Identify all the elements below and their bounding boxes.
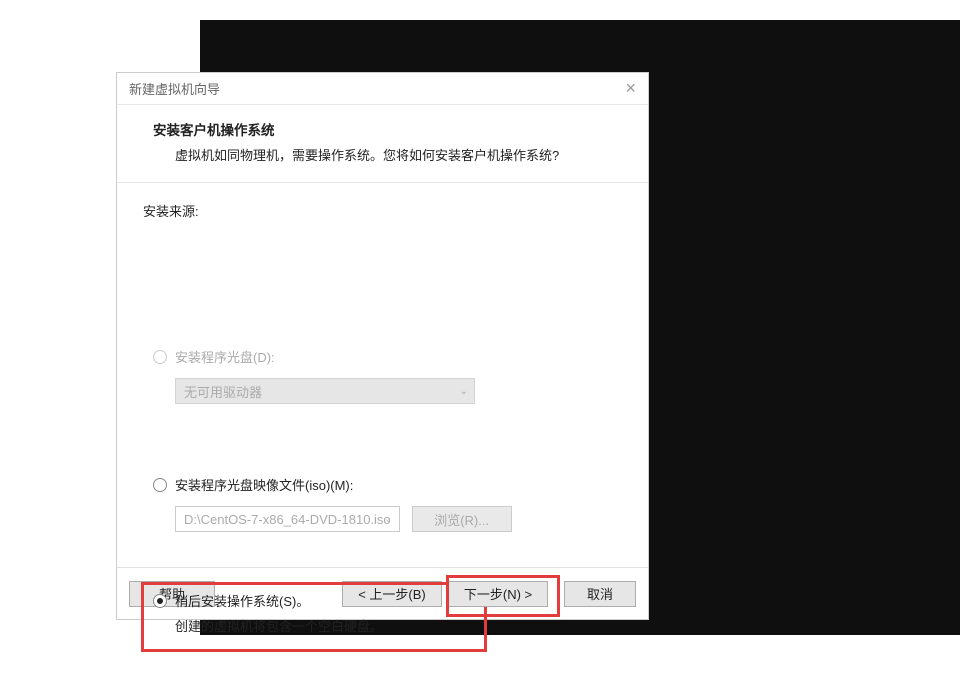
chevron-down-icon: ⌄ (460, 386, 468, 397)
install-later-description: 创建的虚拟机将包含一个空白硬盘。 (175, 616, 383, 635)
radio-install-later[interactable]: 稍后安装操作系统(S)。 (153, 591, 383, 610)
iso-path-input[interactable]: D:\CentOS-7-x86_64-DVD-1810.iso ⌄ (175, 506, 400, 532)
radio-icon (153, 594, 167, 608)
dialog-content: 安装来源: 安装程序光盘(D): 无可用驱动器 ⌄ 安装程序光盘映像文件(iso… (117, 183, 648, 567)
dialog-titlebar: 新建虚拟机向导 × (117, 73, 648, 105)
radio-label-disc: 安装程序光盘(D): (175, 347, 275, 366)
radio-icon (153, 478, 167, 492)
new-vm-wizard-dialog: 新建虚拟机向导 × 安装客户机操作系统 虚拟机如同物理机，需要操作系统。您将如何… (116, 72, 649, 620)
radio-iso-file[interactable]: 安装程序光盘映像文件(iso)(M): (153, 475, 512, 494)
dialog-header: 安装客户机操作系统 虚拟机如同物理机，需要操作系统。您将如何安装客户机操作系统? (117, 105, 648, 183)
header-subtitle: 虚拟机如同物理机，需要操作系统。您将如何安装客户机操作系统? (153, 145, 622, 164)
radio-icon (153, 350, 167, 364)
option-install-later: 稍后安装操作系统(S)。 创建的虚拟机将包含一个空白硬盘。 (153, 591, 383, 635)
radio-label-iso: 安装程序光盘映像文件(iso)(M): (175, 475, 353, 494)
header-title: 安装客户机操作系统 (153, 119, 622, 139)
iso-path-value: D:\CentOS-7-x86_64-DVD-1810.iso (184, 512, 391, 527)
dialog-title: 新建虚拟机向导 (129, 79, 220, 98)
radio-installer-disc[interactable]: 安装程序光盘(D): (153, 347, 475, 366)
close-icon[interactable]: × (625, 78, 636, 99)
radio-label-later: 稍后安装操作系统(S)。 (175, 591, 309, 610)
cancel-button[interactable]: 取消 (564, 581, 636, 607)
drive-select[interactable]: 无可用驱动器 ⌄ (175, 378, 475, 404)
drive-select-value: 无可用驱动器 (184, 382, 262, 401)
source-label: 安装来源: (143, 201, 199, 220)
chevron-down-icon: ⌄ (384, 514, 392, 525)
option-iso-file: 安装程序光盘映像文件(iso)(M): D:\CentOS-7-x86_64-D… (153, 475, 512, 532)
option-installer-disc: 安装程序光盘(D): 无可用驱动器 ⌄ (153, 347, 475, 404)
next-button[interactable]: 下一步(N) > (448, 581, 548, 607)
browse-button[interactable]: 浏览(R)... (412, 506, 512, 532)
